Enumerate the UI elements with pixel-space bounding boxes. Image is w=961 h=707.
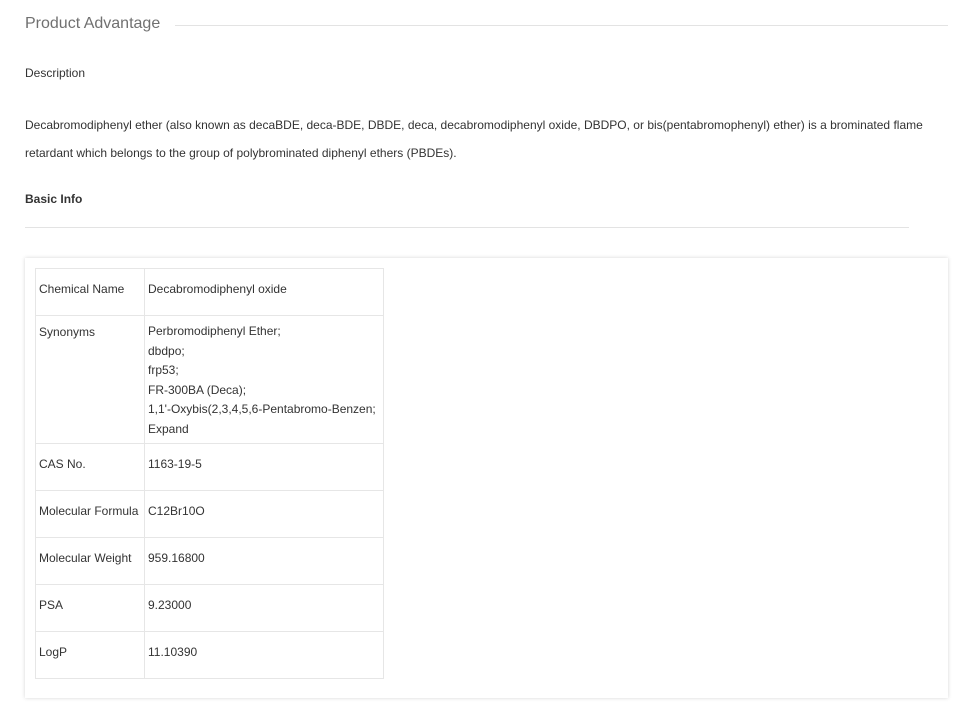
row-value: 11.10390 — [144, 631, 384, 679]
row-label: LogP — [35, 631, 145, 679]
section-title: Product Advantage — [25, 15, 161, 32]
synonym-item: frp53; — [148, 363, 179, 378]
table-row-molecular-formula: Molecular Formula C12Br10O — [35, 490, 384, 538]
section-divider — [175, 24, 948, 26]
basic-info-table: Chemical Name Decabromodiphenyl oxide Sy… — [35, 268, 384, 679]
section-header: Product Advantage — [25, 12, 948, 36]
row-value: 9.23000 — [144, 584, 384, 632]
table-row-chemical-name: Chemical Name Decabromodiphenyl oxide — [35, 268, 384, 316]
basic-info-divider — [25, 227, 909, 228]
table-row-molecular-weight: Molecular Weight 959.16800 — [35, 537, 384, 585]
row-label: Molecular Weight — [35, 537, 145, 585]
synonym-item: 1,1'-Oxybis(2,3,4,5,6-Pentabromo-Benzen; — [148, 402, 376, 417]
synonyms-list: Perbromodiphenyl Ether; dbdpo; frp53; FR… — [144, 315, 384, 444]
basic-info-heading: Basic Info — [25, 192, 83, 206]
basic-info-card: Chemical Name Decabromodiphenyl oxide Sy… — [25, 258, 948, 698]
row-label: Synonyms — [35, 315, 145, 444]
row-value: C12Br10O — [144, 490, 384, 538]
synonym-item: dbdpo; — [148, 343, 185, 358]
synonyms-expand-link[interactable]: Expand — [148, 420, 380, 440]
row-label: CAS No. — [35, 443, 145, 491]
description-heading: Description — [25, 66, 86, 80]
row-value: Decabromodiphenyl oxide — [144, 268, 384, 316]
row-value: 959.16800 — [144, 537, 384, 585]
description-text: Decabromodiphenyl ether (also known as d… — [25, 118, 923, 160]
row-label: Chemical Name — [35, 268, 145, 316]
table-row-synonyms: Synonyms Perbromodiphenyl Ether; dbdpo; … — [35, 315, 384, 444]
row-label: PSA — [35, 584, 145, 632]
table-row-psa: PSA 9.23000 — [35, 584, 384, 632]
synonym-item: Perbromodiphenyl Ether; — [148, 324, 281, 338]
table-row-cas-no: CAS No. 1163-19-5 — [35, 443, 384, 491]
row-value: 1163-19-5 — [144, 443, 384, 491]
table-row-logp: LogP 11.10390 — [35, 631, 384, 679]
row-label: Molecular Formula — [35, 490, 145, 538]
synonym-item: FR-300BA (Deca); — [148, 382, 247, 397]
